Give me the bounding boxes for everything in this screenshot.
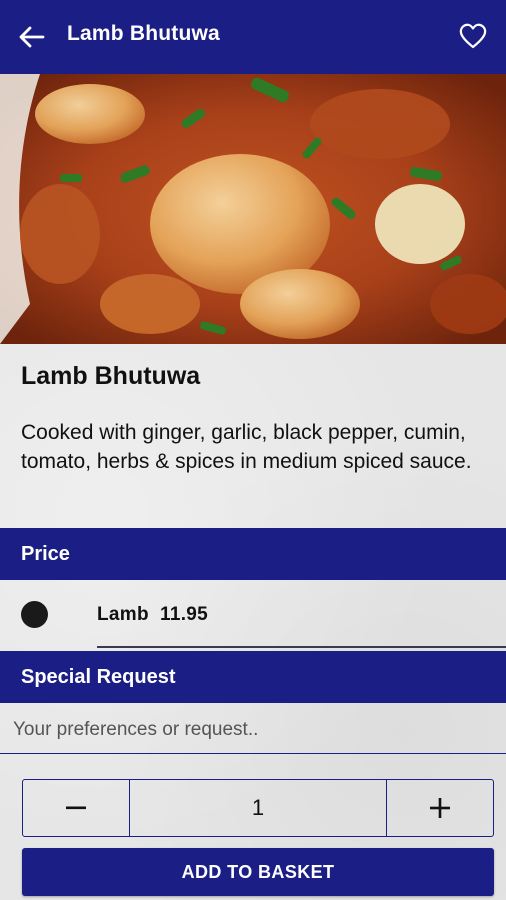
dish-description: Cooked with ginger, garlic, black pepper… — [21, 421, 472, 473]
app-bar: Lamb Bhutuwa — [0, 0, 506, 74]
price-option-lamb[interactable]: Lamb 11.95 — [0, 580, 506, 648]
divider — [97, 646, 506, 648]
radio-selected-icon[interactable] — [21, 601, 48, 628]
increase-quantity-button[interactable] — [386, 780, 493, 836]
price-option-label: Lamb 11.95 — [97, 604, 208, 626]
minus-icon — [66, 806, 86, 810]
price-option-name: Lamb — [97, 604, 149, 625]
arrow-left-icon — [19, 26, 45, 48]
add-to-basket-button[interactable]: ADD TO BASKET — [22, 848, 494, 896]
dish-name: Lamb Bhutuwa — [21, 362, 201, 390]
price-option-price: 11.95 — [160, 604, 209, 625]
back-button[interactable] — [14, 19, 50, 55]
special-request-input[interactable] — [0, 706, 506, 754]
quantity-value: 1 — [251, 795, 265, 820]
special-request-header: Special Request — [0, 651, 506, 703]
page-title: Lamb Bhutuwa — [67, 22, 220, 45]
quantity-stepper: 1 — [22, 779, 494, 837]
price-section-header: Price — [0, 528, 506, 580]
decrease-quantity-button[interactable] — [23, 780, 130, 836]
favorite-button[interactable] — [454, 18, 492, 54]
heart-outline-icon — [459, 23, 487, 49]
dish-image — [0, 74, 506, 344]
plus-icon — [430, 798, 450, 818]
